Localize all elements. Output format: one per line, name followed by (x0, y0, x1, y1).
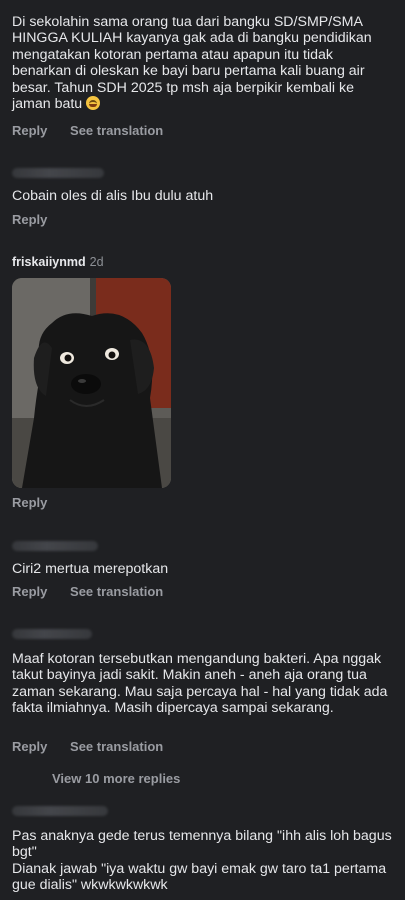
view-more-replies-button[interactable]: View 10 more replies (52, 771, 180, 786)
reply-button[interactable]: Reply (12, 495, 47, 510)
comment-text: Cobain oles di alis Ibu dulu atuh (12, 188, 214, 204)
timestamp: 2d (89, 255, 104, 269)
see-translation-button[interactable]: See translation (70, 123, 163, 138)
blurred-username (12, 629, 92, 639)
username[interactable]: friskaiiynmd (12, 255, 86, 269)
comment-image[interactable] (12, 278, 171, 488)
see-translation-button[interactable]: See translation (70, 584, 163, 599)
comments-feed: Di sekolahin sama orang tua dari bangku … (0, 0, 405, 900)
comment-text: Ciri2 mertua merepotkan (12, 561, 169, 577)
blurred-username (12, 541, 98, 551)
blurred-username (12, 806, 108, 816)
reply-button[interactable]: Reply (12, 739, 47, 754)
reply-button[interactable]: Reply (12, 123, 47, 138)
comment-text: Di sekolahin sama orang tua dari bangku … (12, 14, 372, 113)
reply-button[interactable]: Reply (12, 584, 47, 599)
grinning-sweat-emoji-icon (86, 96, 101, 111)
reply-button[interactable]: Reply (12, 212, 47, 227)
see-translation-button[interactable]: See translation (70, 739, 163, 754)
comment-text: Maaf kotoran tersebutkan mengandung bakt… (12, 651, 388, 717)
dog-photo-icon (12, 278, 171, 488)
blurred-username (12, 168, 104, 178)
comment-text: Pas anaknya gede terus temennya bilang "… (12, 828, 392, 894)
